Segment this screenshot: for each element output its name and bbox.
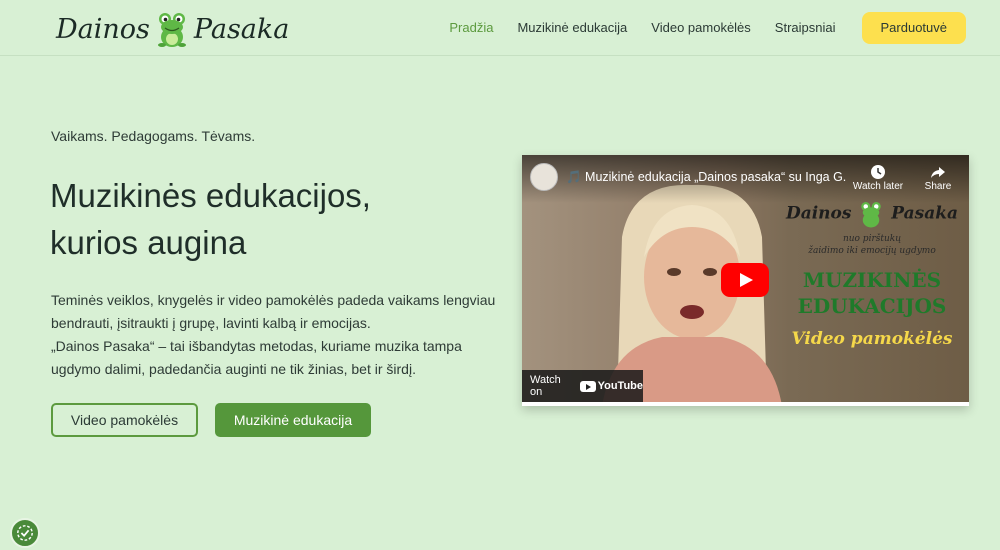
youtube-logo: YouTube bbox=[579, 380, 643, 392]
watch-later-button[interactable]: Watch later bbox=[852, 163, 904, 192]
frog-icon bbox=[861, 202, 882, 228]
logo-text-left: Dainos bbox=[56, 13, 150, 45]
hero-tagline: Vaikams. Pedagogams. Tėvams. bbox=[51, 128, 256, 144]
overlay-sub-line1: nuo pirštukų bbox=[842, 234, 902, 244]
hero-title-line2: kurios augina bbox=[50, 224, 247, 261]
watch-on-label: Watch on bbox=[530, 374, 561, 398]
overlay-subtitle: nuo pirštukų žaidimo iki emocijų ugdymo bbox=[777, 233, 967, 257]
overlay-video-label: Video pamokėlės bbox=[791, 329, 953, 349]
clock-icon bbox=[871, 165, 885, 179]
accessibility-icon bbox=[17, 525, 33, 541]
video-progress-bar bbox=[522, 402, 969, 406]
channel-avatar[interactable] bbox=[530, 163, 558, 191]
nav-item-video-lessons[interactable]: Video pamokėlės bbox=[651, 12, 751, 44]
hero-text-line1: Teminės veiklos, knygelės ir video pamok… bbox=[51, 292, 496, 308]
share-button[interactable]: Share bbox=[912, 163, 964, 192]
video-lessons-button[interactable]: Video pamokėlės bbox=[51, 403, 198, 437]
share-label: Share bbox=[924, 181, 952, 192]
main-nav: Pradžia Muzikinė edukacija Video pamokėl… bbox=[425, 12, 966, 44]
site-logo[interactable]: Dainos Pasaka bbox=[56, 8, 289, 50]
hero-text-line3: „Dainos Pasaka“ – tai išbandytas metodas… bbox=[51, 338, 462, 354]
overlay-main-heading: MUZIKINĖS EDUKACIJOS bbox=[777, 267, 967, 319]
share-icon bbox=[931, 167, 945, 178]
frog-icon bbox=[157, 13, 186, 47]
nav-item-home[interactable]: Pradžia bbox=[449, 12, 493, 44]
site-header: Dainos Pasaka Pradžia Muzikinė edukacija… bbox=[0, 0, 1000, 56]
overlay-main-line1: MUZIKINĖS bbox=[802, 268, 942, 292]
hero-title-line1: Muzikinės edukacijos, bbox=[50, 177, 371, 214]
overlay-main-line2: EDUKACIJOS bbox=[797, 294, 947, 318]
nav-item-music-education[interactable]: Muzikinė edukacija bbox=[517, 12, 627, 44]
hero-title: Muzikinės edukacijos, kurios augina bbox=[50, 172, 490, 266]
hero-text-line2: bendrauti, įsitraukti į grupę, lavinti k… bbox=[51, 315, 371, 331]
watch-on-youtube-button[interactable]: Watch on YouTube bbox=[522, 370, 643, 402]
hero-buttons: Video pamokėlės Muzikinė edukacija bbox=[51, 403, 371, 437]
video-overlay-branding: Dainos Pasaka nuo pirštukų žaidimo iki e… bbox=[777, 195, 967, 349]
video-title[interactable]: 🎵 Muzikinė edukacija „Dainos pasaka“ su … bbox=[566, 170, 846, 185]
hero-text-line4: ugdymo dalimi, padedančia auginti ne tik… bbox=[51, 361, 416, 377]
nav-item-articles[interactable]: Straipsniai bbox=[775, 12, 836, 44]
watch-later-label: Watch later bbox=[852, 181, 904, 192]
overlay-brand-name: Dainos Pasaka bbox=[777, 199, 967, 229]
youtube-video-embed[interactable]: 🎵 Muzikinė edukacija „Dainos pasaka“ su … bbox=[522, 155, 969, 406]
hero-description: Teminės veiklos, knygelės ir video pamok… bbox=[51, 289, 511, 381]
play-button[interactable] bbox=[721, 263, 769, 297]
youtube-icon bbox=[579, 380, 596, 392]
overlay-brand-right: Pasaka bbox=[891, 203, 959, 224]
overlay-brand-left: Dainos bbox=[785, 203, 852, 224]
logo-text-right: Pasaka bbox=[193, 13, 290, 45]
shop-button[interactable]: Parduotuvė bbox=[861, 12, 966, 44]
music-education-button[interactable]: Muzikinė edukacija bbox=[215, 403, 371, 437]
youtube-label: YouTube bbox=[597, 380, 643, 392]
accessibility-widget-button[interactable] bbox=[10, 518, 40, 548]
overlay-sub-line2: žaidimo iki emocijų ugdymo bbox=[808, 246, 936, 256]
